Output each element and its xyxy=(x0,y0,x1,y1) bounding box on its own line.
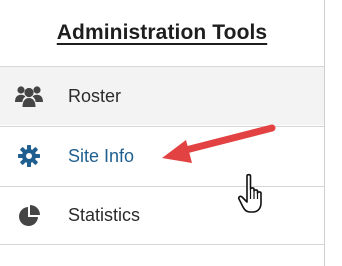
menu-item-site-info[interactable]: Site Info xyxy=(0,126,324,185)
panel-header: Administration Tools xyxy=(0,0,324,66)
screenshot-frame: Administration Tools Roster Site Info St… xyxy=(0,0,342,266)
menu-item-statistics[interactable]: Statistics xyxy=(0,186,324,245)
gear-icon xyxy=(14,141,44,171)
administration-tools-panel: Administration Tools Roster Site Info St… xyxy=(0,0,325,266)
menu-item-label: Site Info xyxy=(68,145,135,166)
users-icon xyxy=(14,81,44,111)
panel-title: Administration Tools xyxy=(56,21,268,44)
menu-item-label: Statistics xyxy=(68,205,141,225)
menu-item-label: Roster xyxy=(68,85,122,106)
pie-chart-icon xyxy=(14,201,44,231)
menu-item-roster[interactable]: Roster xyxy=(0,66,324,125)
